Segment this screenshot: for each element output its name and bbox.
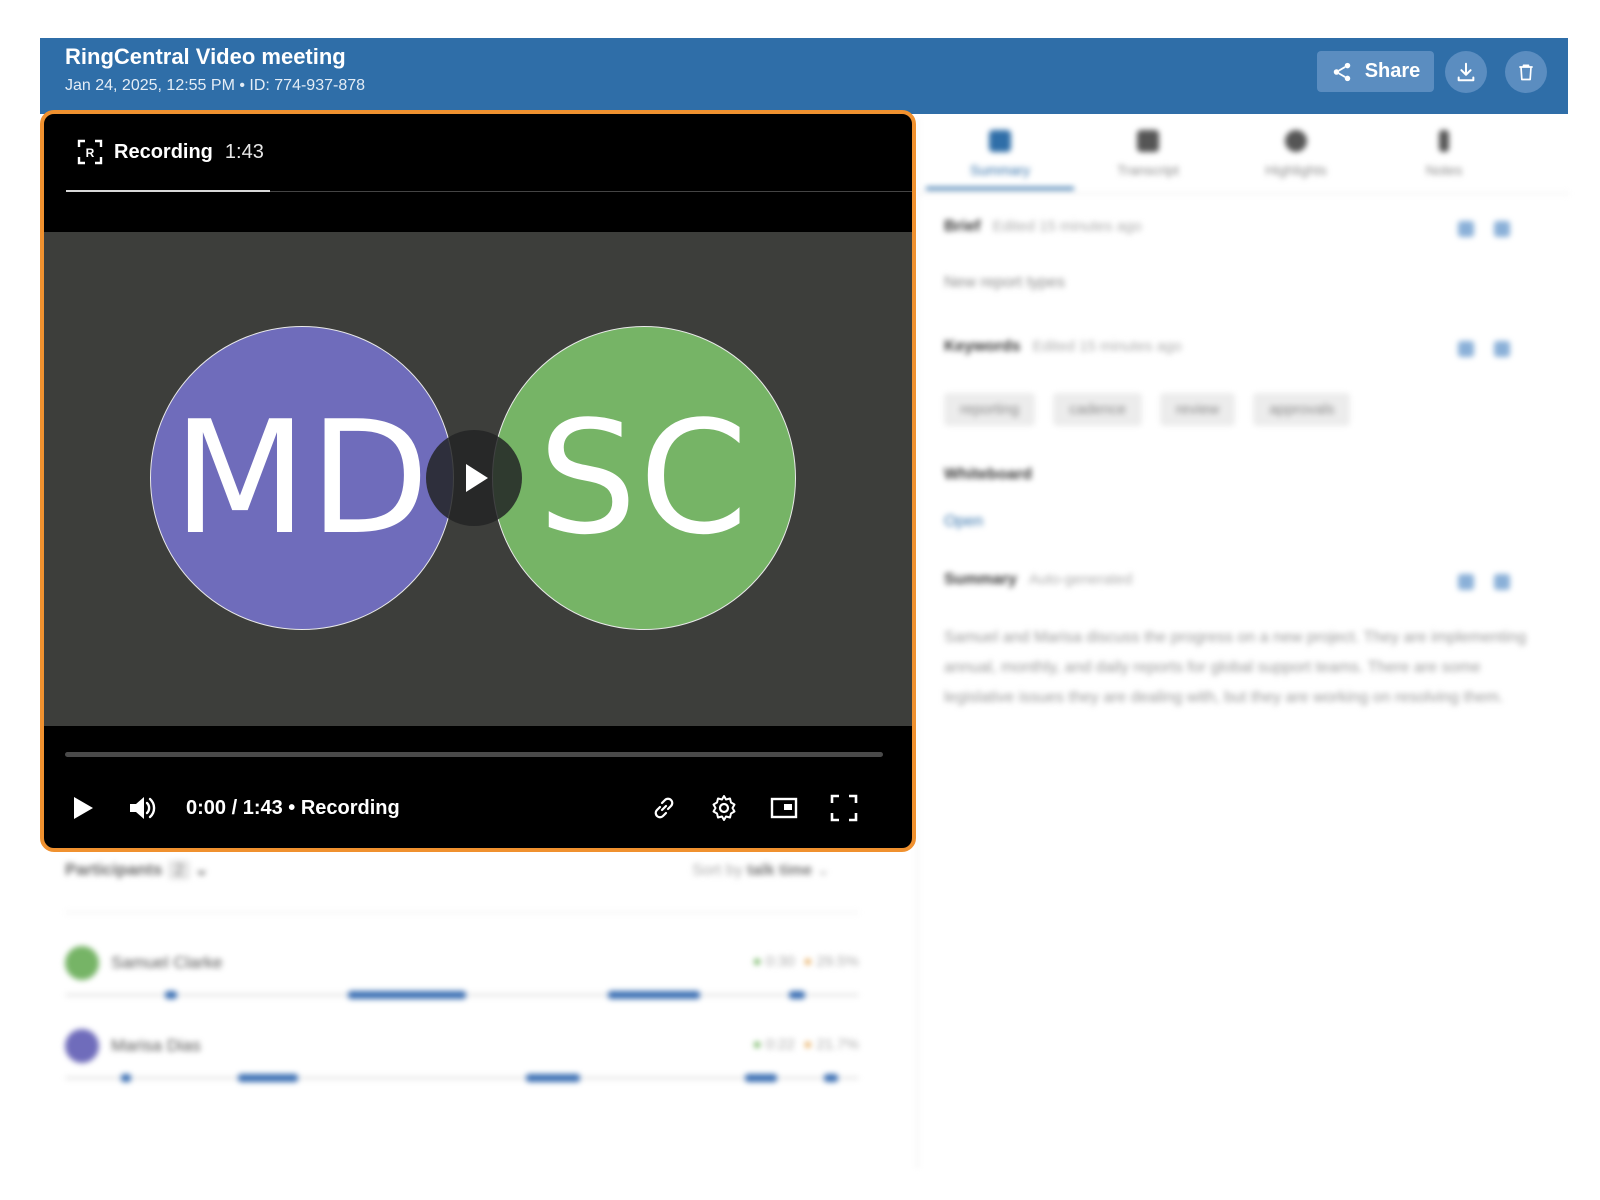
play-button[interactable] — [60, 786, 104, 830]
summary-icon — [989, 130, 1011, 152]
summary-heading: Summary Auto-generated — [944, 571, 1133, 588]
keyword-chip: review — [1159, 393, 1236, 426]
brief-text: New report types — [944, 274, 1065, 291]
summary-text: Samuel and Marisa discuss the progress o… — [944, 629, 1527, 706]
link-icon — [654, 797, 674, 819]
whiteboard-open-link[interactable]: Open — [944, 513, 983, 531]
picture-in-picture-button[interactable] — [762, 786, 806, 830]
copy-link-button[interactable] — [642, 786, 686, 830]
talk-timeline — [65, 1074, 859, 1082]
settings-button[interactable] — [702, 786, 746, 830]
talk-timeline — [65, 991, 859, 999]
tab-summary[interactable]: Summary — [926, 126, 1074, 190]
tab-transcript[interactable]: Transcript — [1074, 126, 1222, 190]
recording-tab-label: Recording — [114, 140, 213, 163]
pen-icon — [1439, 130, 1449, 152]
download-icon — [1457, 62, 1475, 82]
copy-icon[interactable] — [1494, 574, 1510, 590]
svg-text:R: R — [86, 146, 95, 160]
participant-stats: ● 0:22 ● 21.7% — [752, 1036, 859, 1053]
edit-icon[interactable] — [1458, 341, 1474, 357]
volume-icon — [130, 797, 156, 819]
tab-notes[interactable]: Notes — [1370, 126, 1518, 190]
fullscreen-icon — [830, 794, 858, 822]
play-icon — [466, 464, 488, 492]
video-player: R Recording 1:43 MD SC 0:00 / 1:43 • Rec… — [40, 110, 916, 852]
meeting-subtitle: Jan 24, 2025, 12:55 PM • ID: 774-937-878 — [65, 77, 366, 94]
recording-icon: R — [77, 139, 103, 165]
edit-icon[interactable] — [1458, 574, 1474, 590]
fullscreen-button[interactable] — [822, 786, 866, 830]
sort-dropdown[interactable]: Sort by talk time ⌄ — [692, 860, 830, 880]
avatar — [65, 946, 99, 980]
participant-stats: ● 0:30 ● 29.5% — [752, 953, 859, 970]
participant-name: Samuel Clarke — [111, 953, 223, 972]
participant-row[interactable]: Samuel Clarke ● 0:30 ● 29.5% — [65, 946, 859, 1006]
talk-segment — [121, 1074, 131, 1082]
side-panel: Summary Transcript Highlights Notes Brie… — [917, 118, 1569, 1168]
participants-count: 2 — [168, 860, 190, 880]
avatar — [65, 1029, 99, 1063]
share-button[interactable]: Share — [1317, 51, 1434, 92]
brief-actions — [1458, 221, 1510, 237]
meeting-header: RingCentral Video meeting Jan 24, 2025, … — [40, 38, 1568, 114]
share-icon — [1333, 62, 1350, 81]
copy-icon[interactable] — [1494, 341, 1510, 357]
transcript-icon — [1137, 130, 1159, 152]
keyword-chip: cadence — [1053, 393, 1142, 426]
participants-heading[interactable]: Participants 2 ⌄ — [65, 860, 209, 880]
brief-heading: Brief Edited 15 minutes ago — [944, 218, 1142, 235]
meeting-title: RingCentral Video meeting — [65, 44, 346, 69]
star-icon — [1285, 130, 1307, 152]
share-button-label: Share — [1364, 60, 1421, 82]
playback-time: 0:00 / 1:43 • Recording — [186, 797, 400, 819]
play-icon — [74, 797, 93, 819]
talk-segment — [824, 1074, 838, 1082]
video-area[interactable]: MD SC — [44, 232, 912, 726]
talk-segment — [348, 991, 466, 999]
participants-section: Participants 2 ⌄ Sort by talk time ⌄ Samu… — [40, 852, 916, 1172]
whiteboard-heading: Whiteboard — [944, 466, 1032, 483]
copy-icon[interactable] — [1494, 221, 1510, 237]
participant-avatar-sc: SC — [492, 326, 796, 630]
summary-actions — [1458, 574, 1510, 590]
talk-segment — [745, 1074, 777, 1082]
volume-button[interactable] — [120, 786, 164, 830]
talk-segment — [608, 991, 700, 999]
keywords-heading: Keywords Edited 15 minutes ago — [944, 338, 1182, 355]
talk-segment — [789, 991, 805, 999]
divider — [65, 912, 859, 913]
tab-highlights[interactable]: Highlights — [1222, 126, 1370, 190]
trash-icon — [1519, 64, 1533, 81]
talk-segment — [238, 1074, 298, 1082]
recording-duration: 1:43 — [224, 140, 264, 163]
center-play-button[interactable] — [426, 430, 522, 526]
tab-divider — [270, 191, 912, 192]
keyword-chips: reporting cadence review approvals — [944, 393, 1351, 426]
keyword-chip: reporting — [944, 393, 1036, 426]
talk-segment — [165, 991, 177, 999]
side-panel-tabs: Summary Transcript Highlights Notes — [918, 118, 1569, 194]
picture-in-picture-icon — [770, 797, 798, 819]
edit-icon[interactable] — [1458, 221, 1474, 237]
talk-segment — [526, 1074, 580, 1082]
recording-page: RingCentral Video meeting Jan 24, 2025, … — [0, 0, 1600, 1200]
tab-recording[interactable]: R Recording 1:43 — [66, 114, 270, 192]
seek-bar[interactable] — [65, 752, 883, 757]
participant-avatar-md: MD — [150, 326, 454, 630]
participant-name: Marisa Dias — [111, 1036, 201, 1055]
keyword-chip: approvals — [1253, 393, 1351, 426]
participant-row[interactable]: Marisa Dias ● 0:22 ● 21.7% — [65, 1029, 859, 1089]
download-button[interactable] — [1445, 51, 1487, 93]
keywords-actions — [1458, 341, 1510, 357]
delete-button[interactable] — [1505, 51, 1547, 93]
settings-icon — [712, 795, 736, 821]
player-controls: 0:00 / 1:43 • Recording — [44, 774, 912, 844]
